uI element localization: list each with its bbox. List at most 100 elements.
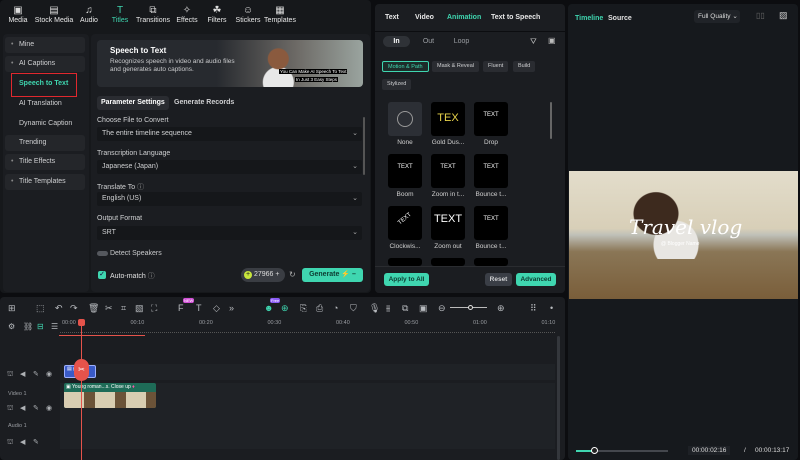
toolbar-stock-media[interactable]: ▤ Stock Media — [34, 5, 74, 24]
save-icon[interactable]: ▣ — [548, 36, 556, 45]
chip-build[interactable]: Build — [513, 61, 536, 72]
ai-robot-icon[interactable]: ☻ — [264, 303, 273, 313]
mixer-icon[interactable]: ⫵ — [386, 303, 390, 314]
ai-text-icon[interactable]: F — [178, 303, 184, 313]
animation-tile[interactable]: TEXT — [388, 206, 422, 240]
split-audio-icon[interactable]: ⊕ — [281, 303, 289, 314]
redo-icon[interactable]: ↷ — [70, 303, 78, 314]
sidebar-item-ai-captions[interactable]: • AI Captions — [5, 56, 85, 72]
playhead-handle[interactable] — [78, 319, 85, 326]
sidebar-item-ai-translation[interactable]: AI Translation — [5, 96, 85, 112]
quality-select[interactable]: Full Quality ⌄ — [694, 10, 740, 23]
zoom-slider[interactable] — [450, 305, 487, 310]
hide-icon[interactable]: ✎ — [33, 370, 39, 378]
zoom-out-icon[interactable]: ⊖ — [438, 303, 446, 314]
eye-icon[interactable]: ◉ — [46, 404, 52, 412]
volume-icon[interactable]: ◀ — [20, 370, 25, 378]
export-frame-icon[interactable]: ⎘ — [300, 303, 307, 314]
chip-fluent[interactable]: Fluent — [483, 61, 509, 72]
freeze-icon[interactable]: ▧ — [135, 303, 144, 314]
translate-select[interactable]: English (US) ⌄ — [97, 192, 362, 206]
animation-tile[interactable] — [474, 258, 508, 266]
split-marker[interactable]: ✂ — [74, 359, 89, 381]
file-select[interactable]: The entire timeline sequence ⌄ — [97, 127, 362, 141]
animation-tile[interactable]: TEXT — [474, 102, 508, 136]
unlink-icon[interactable]: ⛓ — [23, 322, 33, 331]
filter-icon[interactable]: ⛛ — [530, 37, 537, 47]
animation-tile[interactable] — [431, 258, 465, 266]
text-icon[interactable]: T — [196, 303, 202, 313]
crop-icon[interactable]: ⌗ — [121, 303, 126, 314]
zoom-in-icon[interactable]: ⊕ — [497, 303, 505, 314]
volume-icon[interactable]: ◀ — [20, 404, 25, 412]
animation-tile[interactable]: TEXT — [431, 154, 465, 188]
apply-to-all-button[interactable]: Apply to All — [384, 273, 429, 286]
track-layout-icon[interactable]: ☰ — [51, 322, 58, 331]
cut-icon[interactable]: ✂ — [105, 303, 113, 314]
tab-animation[interactable]: Animation — [447, 14, 481, 21]
video-clip[interactable]: ▣ Young roman...s. Close up ♦ — [64, 383, 156, 408]
toolbar-templates[interactable]: ▦ Templates — [260, 5, 300, 24]
subtab-out[interactable]: Out — [415, 36, 442, 47]
auto-match-checkbox[interactable]: ✓ — [98, 271, 106, 279]
animation-tile[interactable]: TEX — [431, 102, 465, 136]
tab-parameter-settings[interactable]: Parameter Settings — [97, 96, 169, 110]
settings-icon[interactable]: ⚙ — [8, 322, 15, 331]
tab-text-to-speech[interactable]: Text to Speech — [491, 14, 540, 21]
lock-icon[interactable]: ⛫ — [7, 438, 13, 447]
shield-icon[interactable]: ⛉ — [350, 303, 357, 314]
sidebar-item-title-templates[interactable]: • Title Templates — [5, 174, 85, 190]
hide-icon[interactable]: ✎ — [33, 404, 39, 412]
sidebar-item-trending[interactable]: Trending — [5, 135, 85, 151]
tab-video[interactable]: Video — [415, 14, 434, 21]
chip-stylized[interactable]: Stylized — [382, 79, 412, 90]
animation-tile[interactable] — [388, 102, 422, 136]
zoom-handle[interactable] — [468, 305, 473, 310]
layout-icon[interactable]: ⊞ — [8, 303, 16, 314]
volume-icon[interactable]: ◀ — [20, 438, 25, 446]
sidebar-item-dynamic-caption[interactable]: Dynamic Caption — [5, 116, 85, 132]
mic-icon[interactable]: 🎙 — [369, 303, 380, 314]
chip-mask-reveal[interactable]: Mask & Reveal — [432, 61, 479, 72]
link-icon[interactable]: ⊟ — [37, 322, 44, 331]
reset-button[interactable]: Reset — [485, 273, 512, 286]
snapshot-icon[interactable]: ▨ — [779, 10, 788, 21]
mask-icon[interactable]: ⛶ — [151, 303, 157, 314]
image-icon[interactable]: ⎙ — [316, 303, 323, 314]
subtab-loop[interactable]: Loop — [448, 36, 475, 47]
format-select[interactable]: SRT ⌄ — [97, 226, 362, 240]
shape-icon[interactable]: ◇ — [213, 303, 220, 314]
language-select[interactable]: Japanese (Japan) ⌄ — [97, 160, 362, 174]
chip-motion-path[interactable]: Motion & Path — [382, 61, 429, 72]
generate-button[interactable]: Generate ⚡ – — [302, 268, 363, 282]
delete-icon[interactable]: 🗑 — [88, 303, 99, 314]
more-icon[interactable]: » — [229, 303, 234, 313]
credits-badge[interactable]: + 27966 + — [241, 268, 285, 282]
playhead[interactable] — [81, 319, 82, 460]
sidebar-item-mine[interactable]: • Mine — [5, 37, 85, 53]
toolbar-media[interactable]: ▣ Media — [0, 5, 38, 24]
animation-tile[interactable]: TEXT — [474, 206, 508, 240]
detect-speakers-toggle[interactable]: Detect Speakers — [97, 249, 162, 259]
tab-generate-records[interactable]: Generate Records — [174, 96, 234, 110]
select-icon[interactable]: ⬚ — [36, 303, 45, 314]
subtab-in[interactable]: In — [383, 36, 410, 47]
help-icon[interactable]: ⓘ — [137, 184, 144, 191]
hide-icon[interactable]: ✎ — [33, 438, 39, 446]
eye-icon[interactable]: ◉ — [46, 370, 52, 378]
animation-tile[interactable]: TEXT — [474, 154, 508, 188]
animation-tile[interactable]: TEXT — [388, 154, 422, 188]
dropdown-icon[interactable]: • — [550, 303, 553, 313]
animation-tile[interactable]: TEXT — [431, 206, 465, 240]
grid-menu-icon[interactable]: ⠿ — [530, 303, 537, 314]
help-icon[interactable]: ⓘ — [148, 273, 155, 280]
animations-scrollbar[interactable] — [550, 102, 552, 139]
replace-icon[interactable]: ⧉ — [402, 303, 408, 314]
caption-icon[interactable]: ▣ — [419, 303, 428, 314]
lock-icon[interactable]: ⛫ — [7, 404, 13, 413]
animation-tile[interactable] — [388, 258, 422, 266]
scrollbar[interactable] — [363, 117, 365, 175]
playback-slider[interactable] — [576, 447, 668, 454]
timeline-scrollbar[interactable] — [557, 336, 560, 460]
sidebar-item-title-effects[interactable]: • Title Effects — [5, 154, 85, 170]
